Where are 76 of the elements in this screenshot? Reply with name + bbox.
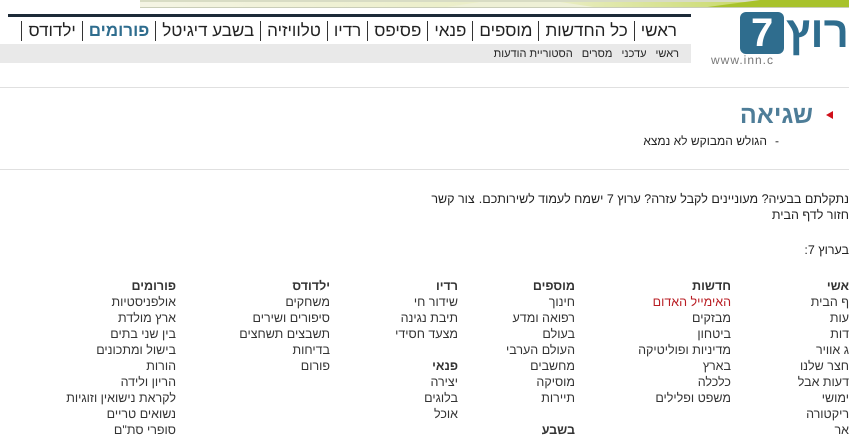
sitemap-link[interactable]: ג אוויר [816, 342, 849, 358]
nav-tab[interactable]: רדיו [326, 20, 368, 40]
sitemap-link[interactable]: מחשבים [530, 358, 575, 374]
sitemap-link[interactable]: דעות אבל [798, 374, 849, 390]
home-link[interactable]: חזור לדף הבית [772, 208, 849, 222]
sitemap-link[interactable]: לקראת נישואין וזוגיות [66, 390, 176, 406]
sitemap-link[interactable]: מבזקים [692, 310, 731, 326]
nav-tab[interactable]: בשבע דיגיטל [155, 20, 260, 40]
help-text: נתקלתם בבעיה? מעוניינים לקבל עזרה? ערוץ 7 ישמח לעמוד לשירותכם. [478, 191, 849, 207]
sitemap-link[interactable]: כלכלה [698, 374, 731, 390]
nav-tab[interactable]: ראשי [634, 20, 683, 40]
sitemap-link[interactable]: ריקטורה [806, 406, 849, 422]
column-heading[interactable]: פורומים [132, 278, 176, 294]
sitemap-link[interactable]: הריון ולידה [120, 374, 176, 390]
sitemap-link[interactable]: משחקים [285, 294, 330, 310]
column-heading[interactable]: פנאי [432, 358, 458, 374]
nav-tab[interactable]: פנאי [427, 20, 472, 40]
sitemap-link[interactable]: ימושי [822, 390, 849, 406]
sitemap-link[interactable]: משפט ופלילים [655, 390, 731, 406]
subnav-link[interactable]: הסטוריית הודעות [494, 48, 573, 60]
sitemap-link[interactable]: בארץ [702, 358, 731, 374]
sitemap-link[interactable]: האימייל האדום [652, 294, 731, 310]
column-heading[interactable]: חדשות [692, 278, 731, 294]
sitemap-link[interactable]: מצעד חסידי [395, 326, 458, 342]
sitemap-link[interactable]: אוכל [434, 406, 458, 422]
sitemap-link[interactable]: מדיניות ופוליטיקה [638, 342, 731, 358]
sitemap-link[interactable]: אר [834, 422, 849, 438]
sitemap-link[interactable]: בישול ומתכונים [96, 342, 176, 358]
sitemap-link[interactable]: העולם הערבי [506, 342, 575, 358]
sitemap-link[interactable]: תשבצים תשחצים [239, 326, 330, 342]
sitemap-link[interactable]: יצירה [430, 374, 458, 390]
sitemap-link[interactable]: שידור חי [414, 294, 458, 310]
column-heading[interactable]: בשבע [542, 422, 575, 438]
column-heading[interactable]: מוספים [532, 278, 575, 294]
sitemap-link[interactable]: נשואים טריים [106, 406, 176, 422]
sitemap-link[interactable]: חצר שלנו [800, 358, 849, 374]
column-heading[interactable]: רדיו [436, 278, 458, 294]
sitemap-link[interactable]: תיבת נגינה [400, 310, 458, 326]
sitemap-link[interactable]: סופרי סת"ם [114, 422, 176, 438]
triangle-icon [826, 111, 833, 119]
contact-link[interactable]: צור קשר [431, 191, 475, 207]
column-heading[interactable]: אשי [826, 278, 849, 294]
sitemap-link[interactable]: בלוגים [424, 390, 458, 406]
nav-tab[interactable]: פורומים [82, 20, 156, 40]
logo-badge[interactable]: 7 [740, 12, 784, 54]
nav-tab[interactable]: מוספים [472, 20, 538, 40]
sitemap-link[interactable]: אולפניסטיות [112, 294, 176, 310]
bullet-dash: - [775, 134, 779, 148]
sitemap-link[interactable]: פורום [300, 358, 330, 374]
site-url: www.inn.c [710, 54, 774, 66]
sitemap-link[interactable]: ביטחון [697, 326, 731, 342]
sitemap-link[interactable]: רפואה ומדע [512, 310, 575, 326]
sitemap-link[interactable]: עות [830, 310, 849, 326]
subnav-link[interactable]: עדכני [621, 48, 647, 60]
logo-wordmark[interactable]: רוץ [786, 12, 849, 54]
nav-tab[interactable]: טלוויזיה [260, 20, 327, 40]
sitemap-link[interactable]: בדיחות [292, 342, 330, 358]
sitemap-label: בערוץ 7: [803, 242, 849, 258]
sitemap-link[interactable]: סיפורים ושירים [252, 310, 330, 326]
sitemap-link[interactable]: בין שני בתים [110, 326, 176, 342]
subnav-link[interactable]: ראשי [656, 48, 679, 60]
nav-tab[interactable]: ילדודס [21, 20, 82, 40]
error-title: שגיאה [740, 100, 813, 130]
sitemap-link[interactable]: דות [830, 326, 849, 342]
sitemap-link[interactable]: בעולם [542, 326, 575, 342]
nav-tab[interactable]: פסיפס [367, 20, 428, 40]
subnav-link[interactable]: מסרים [582, 48, 612, 60]
sitemap-link[interactable]: ארץ מולדת [118, 310, 176, 326]
sitemap-link[interactable]: מוסיקה [536, 374, 575, 390]
sitemap-link[interactable]: הורות [146, 358, 176, 374]
error-message: הגולש המבוקש לא נמצא [643, 134, 767, 148]
sitemap-link[interactable]: חינוך [548, 294, 575, 310]
nav-tab[interactable]: כל החדשות [538, 20, 634, 40]
sitemap-link[interactable]: תיירות [541, 390, 575, 406]
column-heading[interactable]: ילדודס [292, 278, 330, 294]
sitemap-link[interactable]: ף הבית [810, 294, 849, 310]
